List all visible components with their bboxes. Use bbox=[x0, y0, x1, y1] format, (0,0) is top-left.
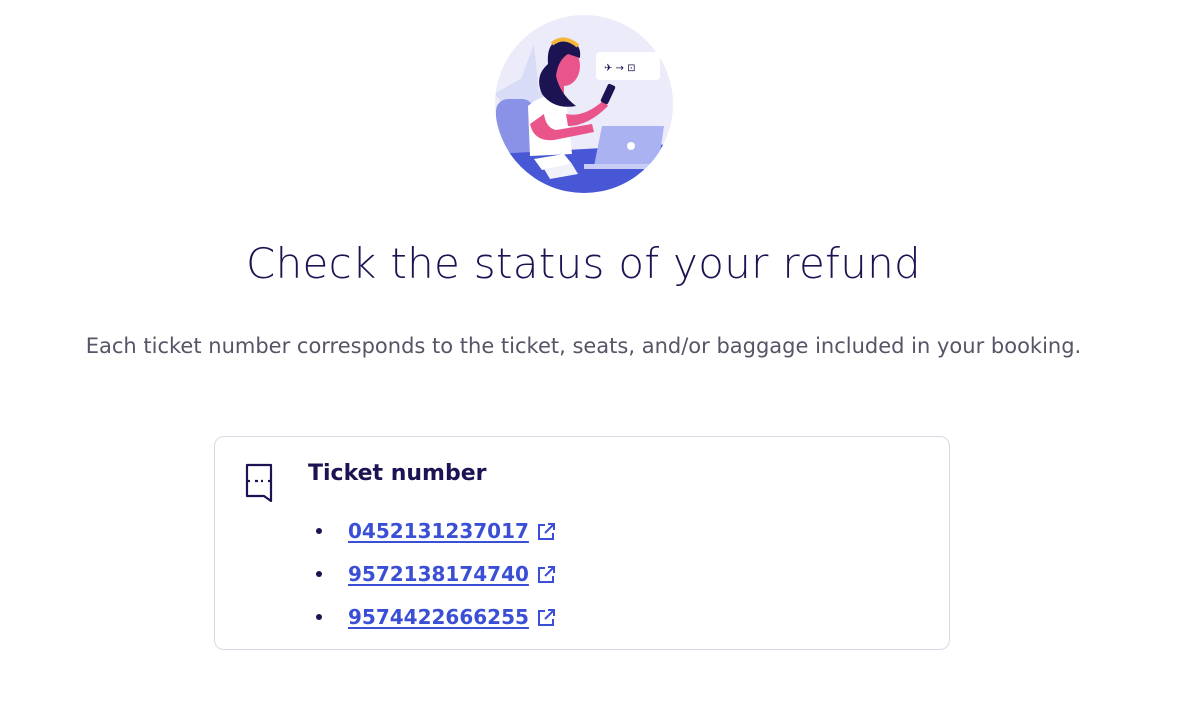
bullet-icon bbox=[316, 570, 322, 577]
page-description: Each ticket number corresponds to the ti… bbox=[85, 334, 1082, 358]
bullet-icon bbox=[316, 613, 322, 620]
page-title: Check the status of your refund bbox=[245, 239, 922, 288]
ticket-list: 0452131237017 9572138174740 957442266625… bbox=[308, 509, 556, 638]
ticket-icon bbox=[245, 463, 273, 503]
external-link-icon[interactable] bbox=[536, 608, 556, 628]
ticket-link[interactable]: 9572138174740 bbox=[348, 562, 529, 586]
list-item: 0452131237017 bbox=[308, 509, 556, 552]
ticket-link[interactable]: 9574422666255 bbox=[348, 605, 529, 629]
refund-status-page: ✈ → ⊡ Check the status of your refund Ea… bbox=[0, 0, 1200, 703]
svg-text:✈ → ⊡: ✈ → ⊡ bbox=[604, 63, 636, 74]
list-item: 9572138174740 bbox=[308, 552, 556, 595]
refund-illustration: ✈ → ⊡ bbox=[495, 15, 673, 193]
ticket-card: Ticket number 0452131237017 957213817474… bbox=[214, 436, 950, 650]
external-link-icon[interactable] bbox=[536, 522, 556, 542]
external-link-icon[interactable] bbox=[536, 565, 556, 585]
bullet-icon bbox=[316, 527, 322, 534]
list-item: 9574422666255 bbox=[308, 595, 556, 638]
ticket-link[interactable]: 0452131237017 bbox=[348, 519, 529, 543]
ticket-number-heading: Ticket number bbox=[308, 461, 487, 486]
